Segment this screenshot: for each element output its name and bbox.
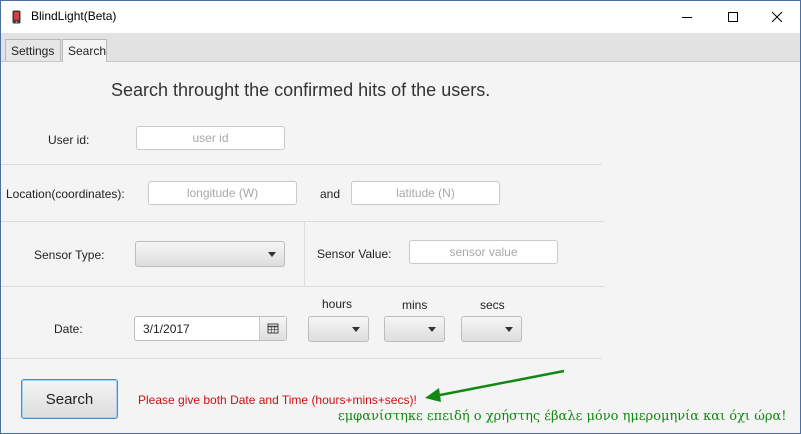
window-title: BlindLight(Beta) (31, 9, 117, 23)
minimize-icon (682, 17, 692, 18)
secs-label: secs (480, 298, 505, 312)
divider (1, 221, 604, 222)
date-picker[interactable]: 3/1/2017 (134, 316, 287, 341)
longitude-input[interactable] (148, 181, 297, 205)
tab-search[interactable]: Search (62, 39, 107, 62)
secs-dropdown[interactable] (461, 316, 522, 342)
annotation-note: εμφανίστηκε επειδή ο χρήστης έβαλε μόνο … (338, 409, 787, 424)
and-label: and (320, 187, 341, 201)
user-id-input[interactable] (136, 126, 285, 150)
divider (1, 358, 602, 359)
divider (304, 222, 305, 286)
tab-bar: Settings Search (1, 33, 800, 62)
search-button[interactable]: Search (21, 379, 118, 419)
sensor-value-label: Sensor Value: (317, 247, 392, 261)
minimize-button[interactable] (664, 1, 710, 33)
calendar-icon (267, 323, 279, 334)
user-id-label: User id: (48, 133, 90, 147)
maximize-button[interactable] (710, 1, 756, 33)
mins-dropdown[interactable] (384, 316, 445, 342)
mins-label: mins (402, 298, 428, 312)
sensor-type-dropdown[interactable] (135, 241, 285, 267)
close-icon (772, 12, 782, 22)
chevron-down-icon (505, 327, 513, 332)
page-title: Search throught the confirmed hits of th… (111, 80, 491, 100)
divider (1, 164, 602, 165)
title-bar: BlindLight(Beta) (1, 1, 800, 33)
sensor-type-label: Sensor Type: (34, 248, 105, 262)
calendar-button[interactable] (259, 317, 286, 340)
date-value: 3/1/2017 (143, 322, 190, 336)
chevron-down-icon (352, 327, 360, 332)
location-label: Location(coordinates): (6, 187, 125, 201)
hours-label: hours (322, 297, 353, 311)
phone-icon (12, 10, 21, 24)
close-button[interactable] (754, 1, 800, 33)
sensor-value-input[interactable] (409, 240, 558, 264)
annotation-arrow-icon (425, 369, 565, 402)
latitude-input[interactable] (351, 181, 500, 205)
hours-dropdown[interactable] (308, 316, 369, 342)
chevron-down-icon (428, 327, 436, 332)
chevron-down-icon (268, 252, 276, 257)
divider (1, 286, 604, 287)
app-window: BlindLight(Beta) Settings Search Search … (0, 0, 801, 434)
date-label: Date: (54, 322, 83, 336)
tab-settings[interactable]: Settings (5, 39, 61, 61)
error-message: Please give both Date and Time (hours+mi… (138, 393, 417, 407)
maximize-icon (728, 12, 738, 22)
